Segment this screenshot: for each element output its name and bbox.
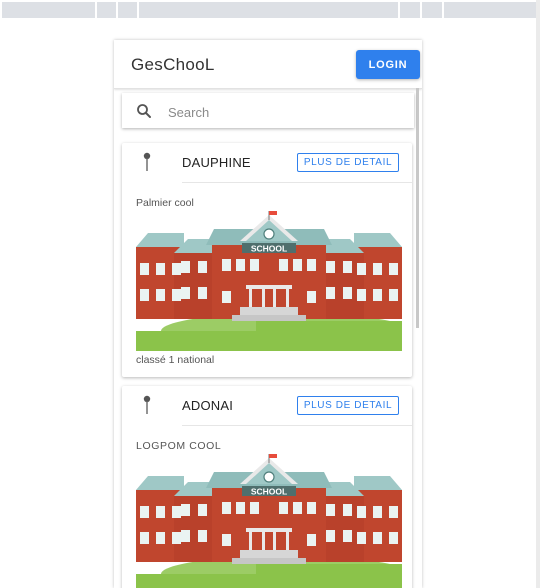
detail-button[interactable]: PLUS DE DETAIL — [297, 153, 399, 172]
school-sign-text: SCHOOL — [251, 487, 287, 497]
toolbar-separator — [398, 2, 400, 18]
search-icon[interactable] — [135, 102, 153, 120]
toolbar-separator — [137, 2, 139, 18]
school-ranking: classé 1 national — [136, 354, 215, 366]
school-sign-text: SCHOOL — [251, 244, 287, 254]
toolbar-separator — [420, 2, 422, 18]
divider — [182, 182, 412, 183]
school-subtitle: LOGPOM COOL — [136, 440, 222, 452]
card-header: ADONAI PLUS DE DETAIL — [122, 386, 412, 426]
school-card: DAUPHINE PLUS DE DETAIL Palmier cool SCH… — [122, 143, 412, 377]
school-subtitle: Palmier cool — [136, 197, 194, 209]
toolbar-separator — [116, 2, 118, 18]
toolbar-separator — [442, 2, 444, 18]
school-building-image: SCHOOL — [136, 211, 402, 351]
toolbar-separator — [95, 2, 97, 18]
browser-toolbar-strip — [2, 2, 536, 18]
pin-icon — [143, 395, 151, 414]
window-edge — [536, 0, 540, 588]
app-viewport: GesChooL LOGIN DAUPHINE PLUS DE DETAIL P… — [114, 40, 422, 588]
school-card: ADONAI PLUS DE DETAIL LOGPOM COOL SCHOOL — [122, 386, 412, 588]
app-bar: GesChooL LOGIN — [114, 40, 422, 89]
search-input[interactable] — [166, 101, 400, 123]
school-name: ADONAI — [182, 398, 234, 413]
app-title: GesChooL — [131, 55, 215, 74]
detail-button[interactable]: PLUS DE DETAIL — [297, 396, 399, 415]
school-building-image: SCHOOL — [136, 454, 402, 588]
card-header: DAUPHINE PLUS DE DETAIL — [122, 143, 412, 183]
pin-icon — [143, 152, 151, 171]
search-bar — [122, 93, 414, 128]
scrollbar[interactable] — [416, 88, 419, 328]
divider — [182, 425, 412, 426]
login-button[interactable]: LOGIN — [356, 50, 420, 79]
school-name: DAUPHINE — [182, 155, 251, 170]
